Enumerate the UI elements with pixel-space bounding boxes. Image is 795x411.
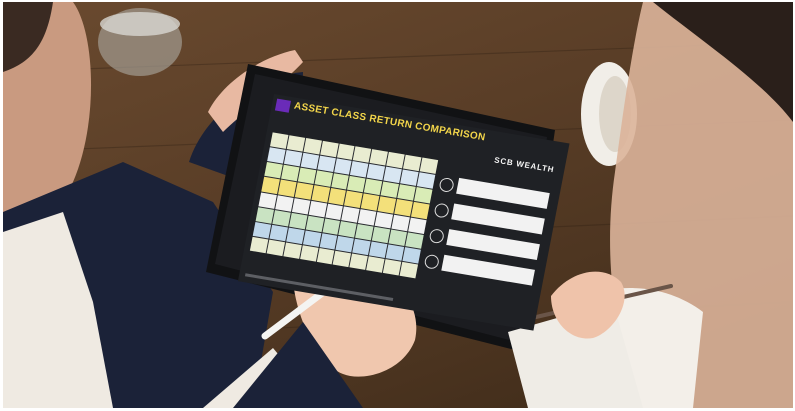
table-cell — [400, 169, 419, 187]
table-cell — [278, 179, 297, 197]
table-cell — [317, 155, 336, 173]
table-cell — [358, 208, 377, 226]
table-cell — [335, 235, 355, 253]
table-cell — [353, 146, 372, 163]
table-cell — [419, 157, 439, 175]
screen-brand: SCB WEALTH — [493, 155, 556, 175]
table-cell — [391, 214, 411, 231]
table-cell — [308, 200, 327, 217]
table-cell — [330, 173, 350, 190]
table-cell — [386, 151, 405, 169]
house-icon — [428, 228, 445, 245]
table-cell — [272, 209, 291, 227]
table-cell — [377, 196, 397, 214]
table-cell — [397, 184, 416, 202]
table-cell — [350, 161, 369, 178]
table-cell — [314, 170, 333, 188]
table-cell — [408, 217, 427, 234]
table-cell — [294, 182, 314, 200]
table-cell — [388, 229, 408, 246]
table-cell — [269, 224, 288, 242]
table-cell — [347, 176, 366, 193]
table-cell — [385, 244, 405, 261]
table-cell — [344, 191, 363, 208]
table-cell — [255, 206, 274, 224]
table-cell — [283, 150, 303, 167]
table-cell — [297, 167, 316, 185]
table-cell — [311, 185, 330, 203]
table-cell — [299, 245, 319, 262]
table-cell — [380, 181, 400, 199]
table-cell — [319, 140, 339, 158]
table-cell — [300, 152, 319, 170]
table-cell — [280, 165, 300, 182]
chart-icon — [433, 202, 450, 219]
table-cell — [291, 197, 311, 215]
table-cell — [264, 162, 283, 179]
clock-icon — [438, 176, 455, 193]
table-cell — [333, 250, 352, 268]
table-cell — [336, 143, 355, 161]
table-cell — [286, 227, 305, 244]
table-cell — [270, 132, 289, 149]
table-cell — [399, 261, 419, 279]
table-cell — [352, 238, 371, 256]
table-cell — [286, 135, 305, 152]
table-cell — [364, 178, 383, 196]
info-box — [456, 177, 550, 209]
table-cell — [361, 193, 380, 211]
table-cell — [414, 187, 433, 204]
table-cell — [275, 194, 294, 212]
table-cell — [383, 259, 402, 276]
table-cell — [249, 236, 269, 254]
table-cell — [303, 137, 322, 155]
table-cell — [403, 154, 422, 172]
table-cell — [261, 177, 280, 194]
table-cell — [394, 199, 413, 216]
table-cell — [283, 242, 302, 259]
table-cell — [319, 232, 338, 250]
table-cell — [367, 164, 386, 181]
table-cell — [372, 226, 391, 243]
table-cell — [402, 246, 421, 264]
tablet-photo: ASSET CLASS RETURN COMPARISON SCB WEALTH — [3, 2, 793, 408]
table-cell — [266, 239, 285, 257]
table-cell — [327, 188, 347, 205]
table-cell — [416, 172, 436, 189]
table-cell — [341, 205, 361, 223]
table-cell — [349, 253, 369, 270]
table-cell — [375, 211, 394, 229]
water-glass — [98, 8, 182, 76]
logo-square — [274, 98, 291, 113]
table-cell — [258, 192, 277, 209]
table-cell — [355, 223, 374, 241]
table-cell — [366, 256, 385, 273]
table-cell — [305, 215, 324, 232]
table-cell — [369, 149, 389, 166]
table-cell — [267, 147, 286, 164]
table-cell — [322, 218, 341, 235]
table-cell — [338, 220, 358, 238]
return-table — [249, 132, 439, 279]
table-cell — [288, 212, 308, 230]
table-cell — [411, 202, 430, 219]
table-cell — [302, 230, 322, 247]
coin-icon — [423, 253, 441, 270]
info-panel — [417, 175, 552, 320]
table-cell — [325, 203, 344, 220]
table-cell — [369, 241, 388, 258]
table-cell — [316, 247, 335, 265]
table-cell — [405, 232, 424, 249]
table-cell — [383, 166, 402, 184]
table-cell — [252, 221, 272, 239]
table-cell — [333, 158, 353, 176]
